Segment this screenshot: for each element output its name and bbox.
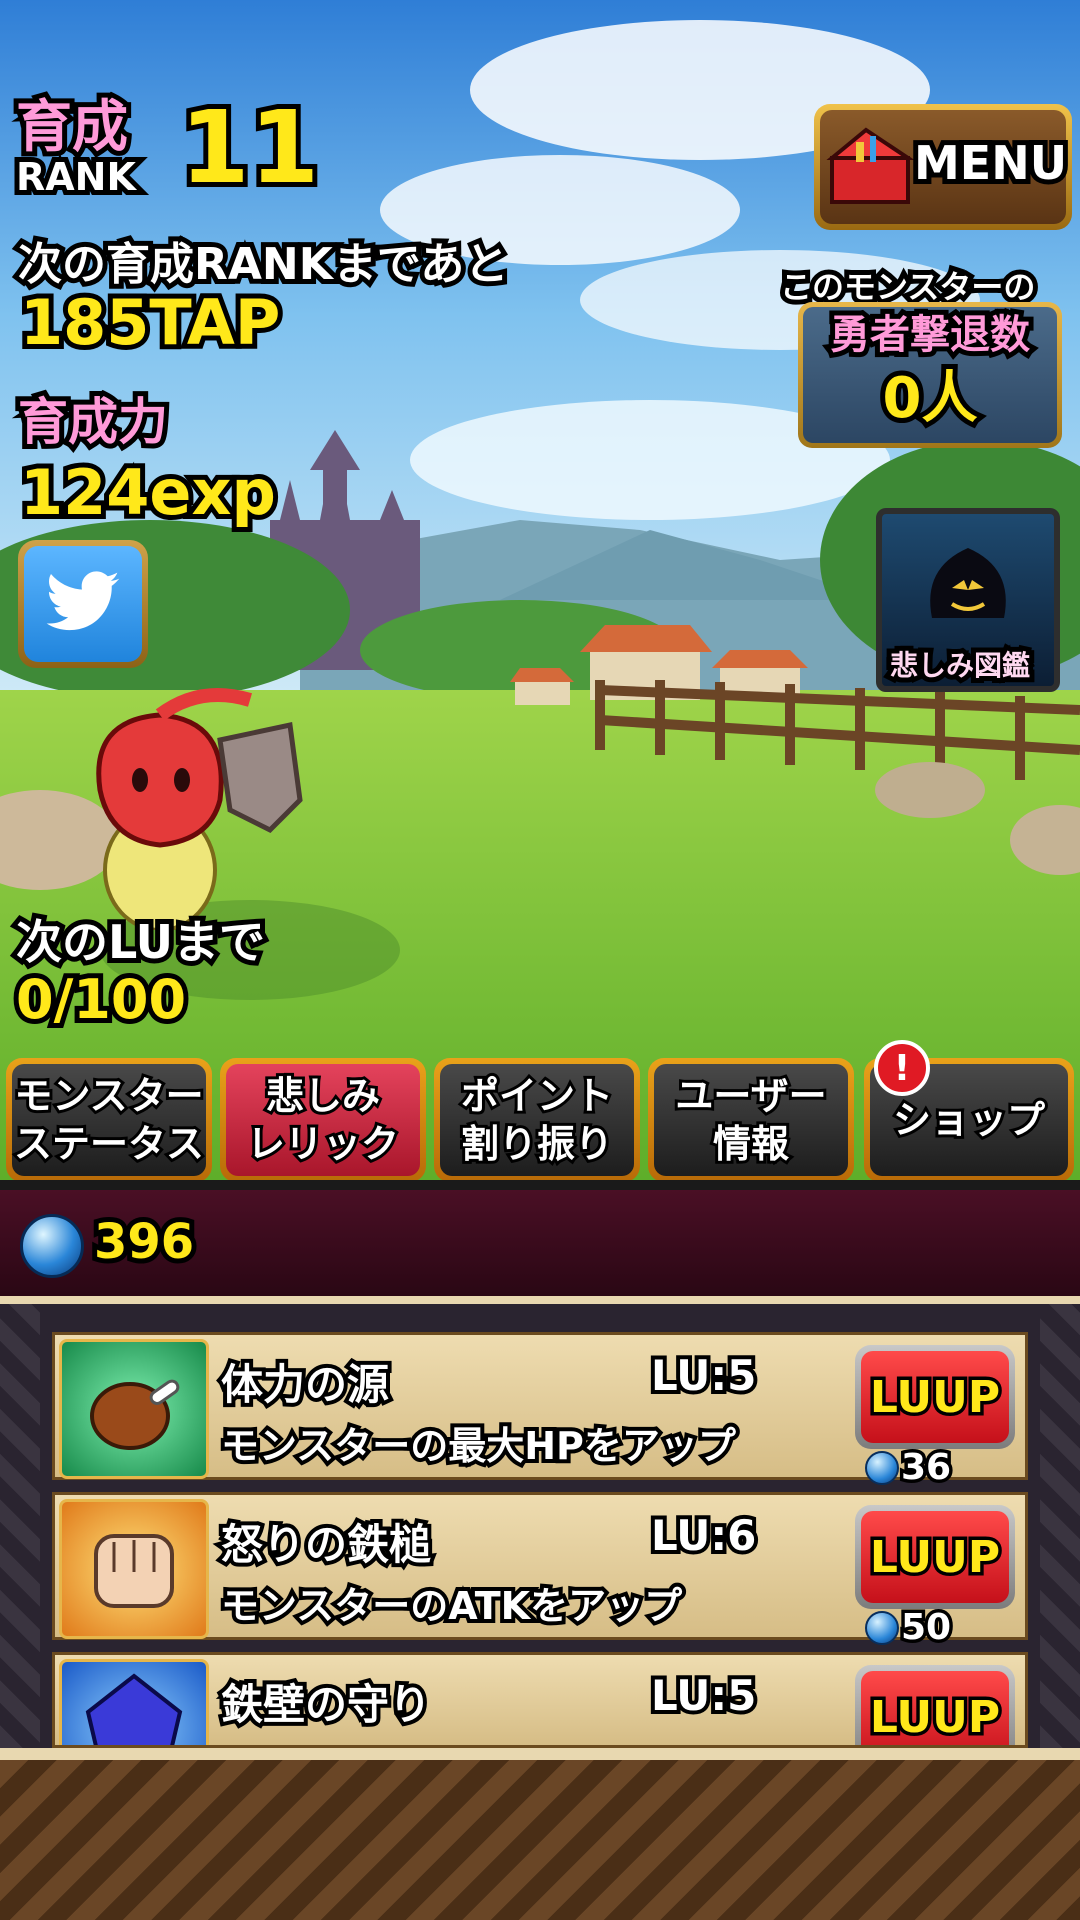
tab-point-allocation[interactable]: ポイント 割り振り — [434, 1058, 640, 1180]
sorrow-book-label: 悲しみ図鑑 — [885, 644, 1035, 687]
monster-character[interactable] — [70, 680, 310, 930]
tab-user-info[interactable]: ユーザー 情報 — [648, 1058, 854, 1180]
power-label: 育成力 — [13, 388, 173, 456]
level-up-button[interactable]: LUUP — [855, 1345, 1015, 1449]
bottom-decor — [0, 1760, 1080, 1920]
twitter-button[interactable] — [18, 540, 148, 668]
blue-crystal-icon — [59, 1659, 209, 1745]
gem-count: 396 — [89, 1209, 199, 1275]
twitter-bird-icon — [46, 571, 120, 631]
relic-row: 体力の源 LU:5 モンスターの最大HPをアップ LUUP 36 — [52, 1332, 1028, 1492]
bottom-border — [0, 1748, 1080, 1760]
defeated-panel: 勇者撃退数 0人 — [798, 302, 1062, 448]
relic-description: モンスターの最大HPをアップ — [217, 1420, 740, 1472]
relic-row: 鉄壁の守り LU:5 LUUP — [52, 1652, 1028, 1748]
game-scene[interactable]: 育成 RANK 11 次の育成RANKまであと 185TAP 育成力 124ex… — [0, 0, 1080, 1180]
relic-level: LU:5 — [647, 1347, 760, 1404]
fist-icon — [59, 1499, 209, 1639]
relic-level: LU:6 — [647, 1507, 760, 1564]
currency-bar: 396 — [0, 1190, 1080, 1296]
relic-level: LU:5 — [647, 1667, 760, 1724]
relic-name: 怒りの鉄槌 — [217, 1516, 435, 1573]
tab-sorrow-relic[interactable]: 悲しみ レリック — [220, 1058, 426, 1180]
next-rank-text: 次の育成RANKまであと — [13, 234, 513, 295]
relic-name: 体力の源 — [217, 1356, 393, 1413]
defeated-value: 0人 — [878, 361, 983, 436]
level-up-button[interactable]: LUUP — [855, 1665, 1015, 1745]
pumpkin-ghost-icon — [930, 548, 1006, 618]
blue-gem-icon — [865, 1450, 899, 1485]
next-lv-label: 次のLUまで — [11, 910, 270, 974]
rank-label: 育成 RANK — [11, 93, 141, 202]
shop-alert-badge: ! — [874, 1040, 930, 1096]
defeated-label-main: 勇者撃退数 — [825, 307, 1035, 363]
meat-icon — [59, 1339, 209, 1479]
list-right-border — [1040, 1304, 1080, 1748]
tab-monster-status[interactable]: モンスター ステータス — [6, 1058, 212, 1180]
relic-row: 怒りの鉄槌 LU:6 モンスターのATKをアップ LUUP 50 — [52, 1492, 1028, 1652]
relic-name: 鉄壁の守り — [217, 1676, 435, 1733]
sorrow-book-button[interactable]: 悲しみ図鑑 — [876, 508, 1060, 692]
menu-button[interactable]: MENU — [814, 104, 1072, 230]
rank-label-top: 育成 — [11, 93, 133, 163]
rank-label-bottom: RANK — [11, 153, 141, 201]
menu-label: MENU — [909, 131, 1072, 195]
blue-gem-icon — [865, 1610, 899, 1645]
level-up-cost: 50 — [865, 1604, 955, 1652]
power-value: 124exp — [15, 451, 281, 534]
relic-list[interactable]: 体力の源 LU:5 モンスターの最大HPをアップ LUUP 36 怒りの鉄槌 L… — [0, 1296, 1080, 1748]
next-rank-taps: 185TAP — [15, 281, 285, 364]
list-left-border — [0, 1304, 40, 1748]
toolbox-icon — [826, 127, 915, 204]
level-up-button[interactable]: LUUP — [855, 1505, 1015, 1609]
rank-value: 11 — [175, 89, 324, 206]
blue-gem-icon — [20, 1214, 84, 1278]
relic-description: モンスターのATKをアップ — [217, 1580, 686, 1632]
level-up-cost: 36 — [865, 1444, 955, 1492]
next-lv-value: 0/100 — [11, 963, 191, 1036]
